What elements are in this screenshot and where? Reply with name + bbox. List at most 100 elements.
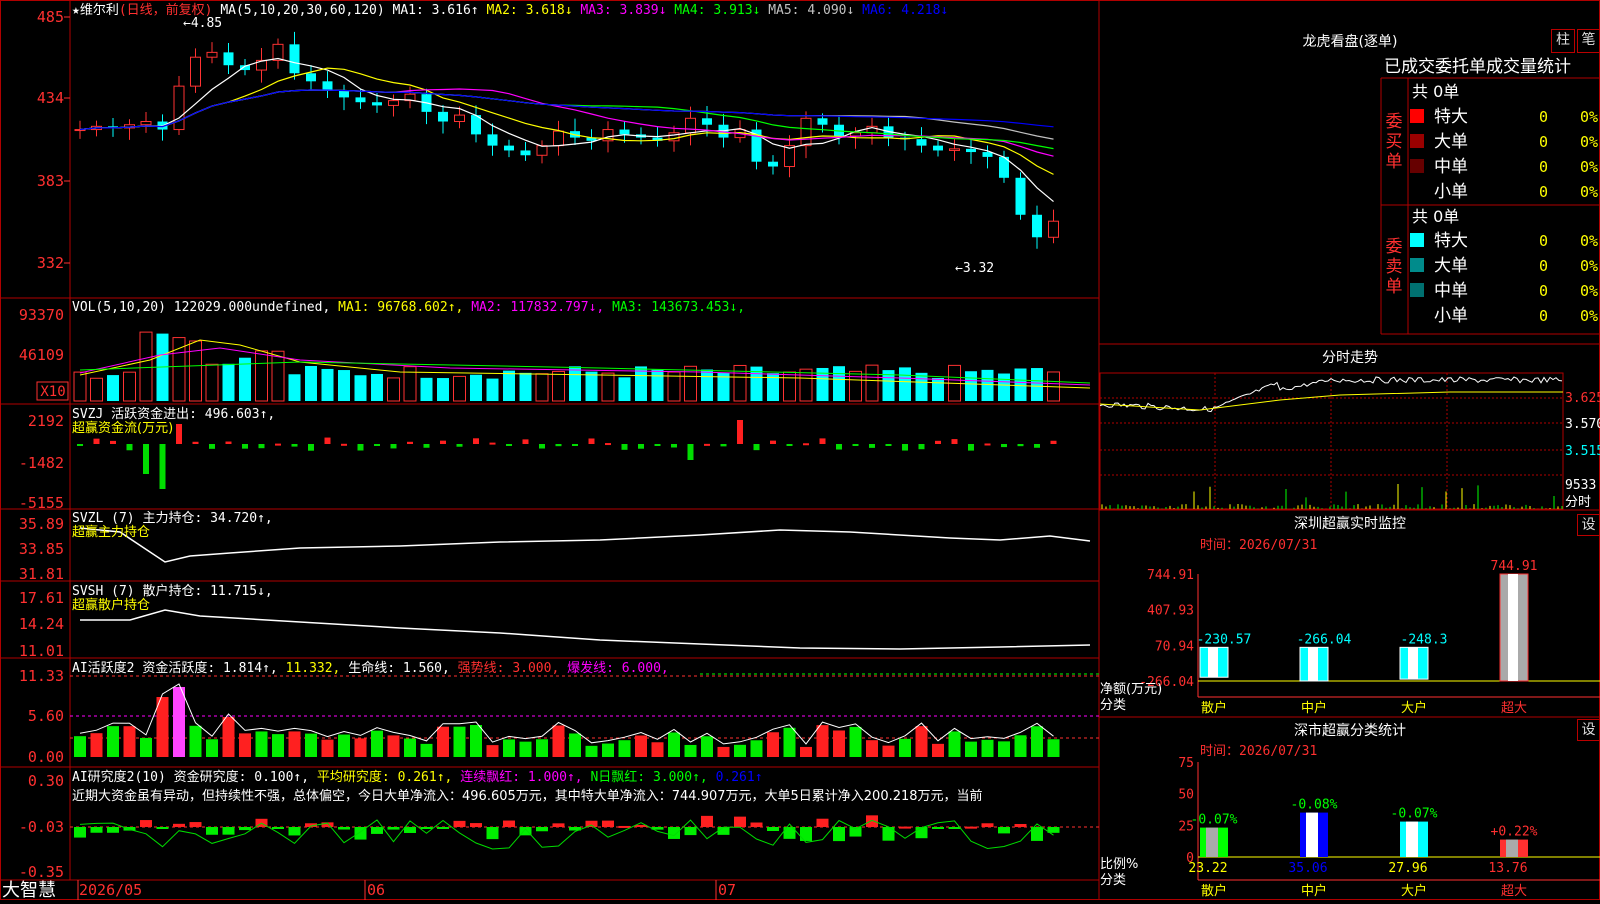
fund-flow-bar — [803, 443, 809, 446]
activity-bar — [734, 744, 746, 757]
candle-body — [173, 85, 185, 131]
monitor-y-tick: 407.93 — [1147, 604, 1194, 619]
volume-bar — [965, 371, 977, 401]
candle-body — [289, 44, 300, 74]
sell-row-pct: 0% — [1580, 307, 1598, 325]
vol-unit-label: X10 — [40, 384, 65, 400]
header-segment: 资金研究度: — [174, 769, 255, 785]
candle-body — [1048, 220, 1059, 238]
fund-flow-bar — [390, 444, 397, 449]
monitor-category: 中户 — [1301, 700, 1327, 716]
header-segment: 34.720↑, — [210, 511, 273, 526]
fund-flow-bar — [720, 444, 727, 447]
activity-bar — [74, 736, 86, 757]
candle-body — [438, 111, 448, 122]
monitor-settings-button[interactable]: 设 — [1577, 514, 1600, 536]
tick-mode-button[interactable]: 笔 — [1577, 29, 1600, 53]
research-bar — [585, 820, 598, 827]
candle-body — [619, 129, 630, 135]
classify-category: 大户 — [1401, 883, 1427, 899]
svsh-y-tick: 11.01 — [19, 642, 64, 660]
activity-bar — [783, 727, 796, 757]
intraday-title: 分时走势 — [1322, 350, 1378, 366]
bar-mode-button[interactable]: 柱 — [1551, 29, 1575, 53]
classify-cat-label: 分类 — [1100, 873, 1126, 888]
main-header: ★维尔利(日线，前复权) MA(5,10,20,30,60,120) MA1: … — [72, 2, 948, 18]
activity-bar — [519, 741, 532, 757]
research-bar — [552, 823, 565, 827]
volume-bar — [288, 374, 301, 401]
research-y-tick: -0.35 — [19, 863, 64, 881]
research-bars — [70, 815, 1099, 850]
volume-bar — [915, 372, 928, 401]
classify-bar-highlight — [1406, 821, 1418, 857]
fund-flow-bar — [159, 444, 166, 489]
research-bar — [288, 827, 301, 836]
research-y-tick: -0.03 — [19, 818, 64, 836]
classify-settings-button[interactable]: 设 — [1577, 719, 1600, 741]
fund-flow-bar — [489, 442, 496, 445]
candle-body — [966, 148, 976, 153]
buy-row-name: 小单 — [1434, 182, 1468, 202]
main-y-tick: 485 — [37, 8, 64, 26]
header-segment: MA5: 4.090↓ — [768, 3, 862, 18]
fund-flow-bar — [506, 444, 512, 446]
research-bar — [668, 827, 680, 839]
classify-value-label: 23.22 — [1188, 861, 1227, 876]
fund-flow-bar — [852, 444, 859, 446]
classify-ratio-label: 比例% — [1100, 857, 1138, 872]
header-segment: VOL(5,10,20) — [72, 300, 174, 315]
classify-bar-highlight — [1506, 839, 1518, 857]
activity-bar — [1031, 726, 1043, 757]
ma-line — [79, 89, 1054, 150]
header-segment: 122029.000undefined, — [174, 300, 338, 315]
classify-value-label: 13.76 — [1488, 861, 1527, 876]
activity-bar — [338, 734, 350, 757]
activity-bar — [123, 726, 136, 757]
classify-time: 时间：2026/07/31 — [1200, 744, 1317, 759]
volume-bar — [387, 377, 400, 402]
candle-body — [536, 145, 548, 156]
candle-body — [306, 73, 316, 82]
sell-total: 共 0单 — [1412, 207, 1459, 226]
candle-body — [223, 52, 234, 66]
ma-line — [79, 67, 1054, 175]
candle-body — [817, 118, 828, 125]
research-bar — [90, 827, 103, 833]
intraday-vol-label: 分时 — [1565, 495, 1591, 510]
volume-bar — [437, 378, 449, 401]
volume-bar — [799, 368, 813, 402]
activity-bar — [486, 745, 499, 757]
sell-row-count: 0 — [1539, 257, 1548, 275]
sell-side-label: 单 — [1386, 277, 1403, 297]
research-bar — [206, 827, 218, 835]
header-segment: AI活跃度2 — [72, 660, 142, 676]
research-bar — [338, 827, 350, 830]
candle-body — [949, 148, 960, 151]
classify-change-label: -0.07% — [1391, 807, 1438, 822]
research-bar — [717, 827, 730, 835]
activity-bar — [833, 730, 845, 757]
svzj-y-tick: 2192 — [28, 412, 64, 430]
header-segment: 强势线: — [458, 660, 513, 676]
classify-category: 中户 — [1301, 883, 1327, 899]
fund-flow-bar — [324, 437, 331, 444]
fund-flow-bar — [440, 440, 446, 444]
activity-bar — [288, 731, 301, 757]
monitor-title: 深圳超赢实时监控 — [1294, 515, 1406, 532]
classify-bar-highlight — [1306, 812, 1318, 857]
classify-bar-highlight — [1206, 827, 1218, 857]
research-bar — [503, 820, 515, 827]
header-segment: 1.000↑, — [528, 770, 591, 785]
fund-flow-bar — [1017, 444, 1024, 447]
activity-bar — [272, 734, 284, 757]
activity-bar — [107, 726, 119, 757]
header-segment: MA3: 143673.453↓, — [612, 300, 745, 315]
research-bar — [998, 827, 1010, 834]
svzl-y-tick: 35.89 — [19, 515, 64, 533]
candle-body — [520, 150, 531, 156]
candle-body — [685, 117, 696, 134]
activity-bar — [140, 737, 152, 757]
candle-body — [339, 90, 349, 98]
sell-row-name: 小单 — [1434, 306, 1468, 326]
